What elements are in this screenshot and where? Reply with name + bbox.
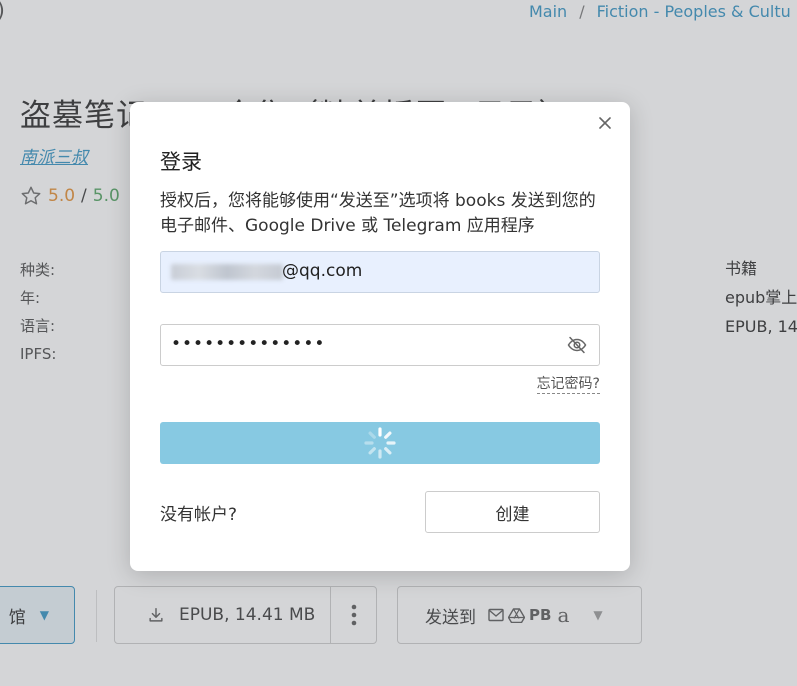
login-submit-button[interactable] <box>160 422 600 464</box>
no-account-text: 没有帐户? <box>160 505 238 525</box>
email-redacted <box>171 264 283 280</box>
email-field-value: @qq.com <box>282 261 363 281</box>
create-account-button[interactable]: 创建 <box>425 491 600 533</box>
forgot-password-link[interactable]: 忘记密码? <box>536 375 600 394</box>
eye-off-icon[interactable] <box>567 335 587 355</box>
login-description: 授权后，您将能够使用“发送至”选项将 books 发送到您的电子邮件、Googl… <box>160 191 596 236</box>
login-modal: 登录 授权后，您将能够使用“发送至”选项将 books 发送到您的电子邮件、Go… <box>130 102 630 571</box>
password-field[interactable]: •••••••••••••• <box>160 324 600 366</box>
login-title: 登录 <box>160 150 202 174</box>
close-icon[interactable] <box>598 116 612 130</box>
spinner-icon <box>364 427 396 459</box>
email-field[interactable]: @qq.com <box>160 251 600 293</box>
password-field-value: •••••••••••••• <box>171 334 326 354</box>
